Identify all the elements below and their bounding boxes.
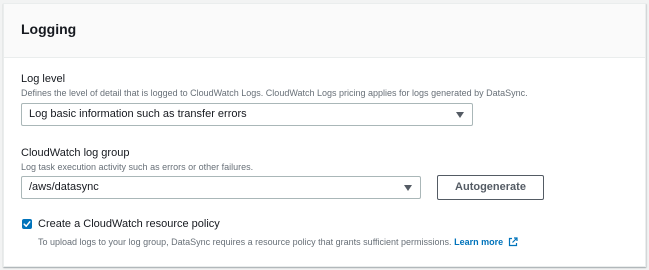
log-level-description: Defines the level of detail that is logg… <box>21 88 528 98</box>
external-link-icon <box>508 237 518 247</box>
log-group-select[interactable]: /aws/datasync <box>21 176 421 199</box>
caret-down-icon <box>404 185 412 191</box>
learn-more-label: Learn more <box>454 237 504 247</box>
log-group-selected-value: /aws/datasync <box>29 181 99 193</box>
resource-policy-help-text: To upload logs to your log group, DataSy… <box>38 237 452 247</box>
learn-more-link[interactable]: Learn more <box>454 237 518 247</box>
logging-panel: Logging Log level Defines the level of d… <box>3 3 646 267</box>
autogenerate-button[interactable]: Autogenerate <box>437 175 544 200</box>
resource-policy-help: To upload logs to your log group, DataSy… <box>38 236 518 248</box>
log-group-label: CloudWatch log group <box>21 147 130 159</box>
log-level-selected-value: Log basic information such as transfer e… <box>29 108 247 120</box>
section-title: Logging <box>21 21 77 37</box>
log-level-label: Log level <box>21 73 66 85</box>
log-level-select[interactable]: Log basic information such as transfer e… <box>21 103 473 126</box>
resource-policy-checkbox[interactable] <box>22 219 32 229</box>
log-group-description: Log task execution activity such as erro… <box>21 162 254 172</box>
checkmark-icon <box>23 221 31 227</box>
panel-header: Logging <box>4 4 645 58</box>
caret-down-icon <box>456 112 464 118</box>
resource-policy-label[interactable]: Create a CloudWatch resource policy <box>38 217 220 231</box>
